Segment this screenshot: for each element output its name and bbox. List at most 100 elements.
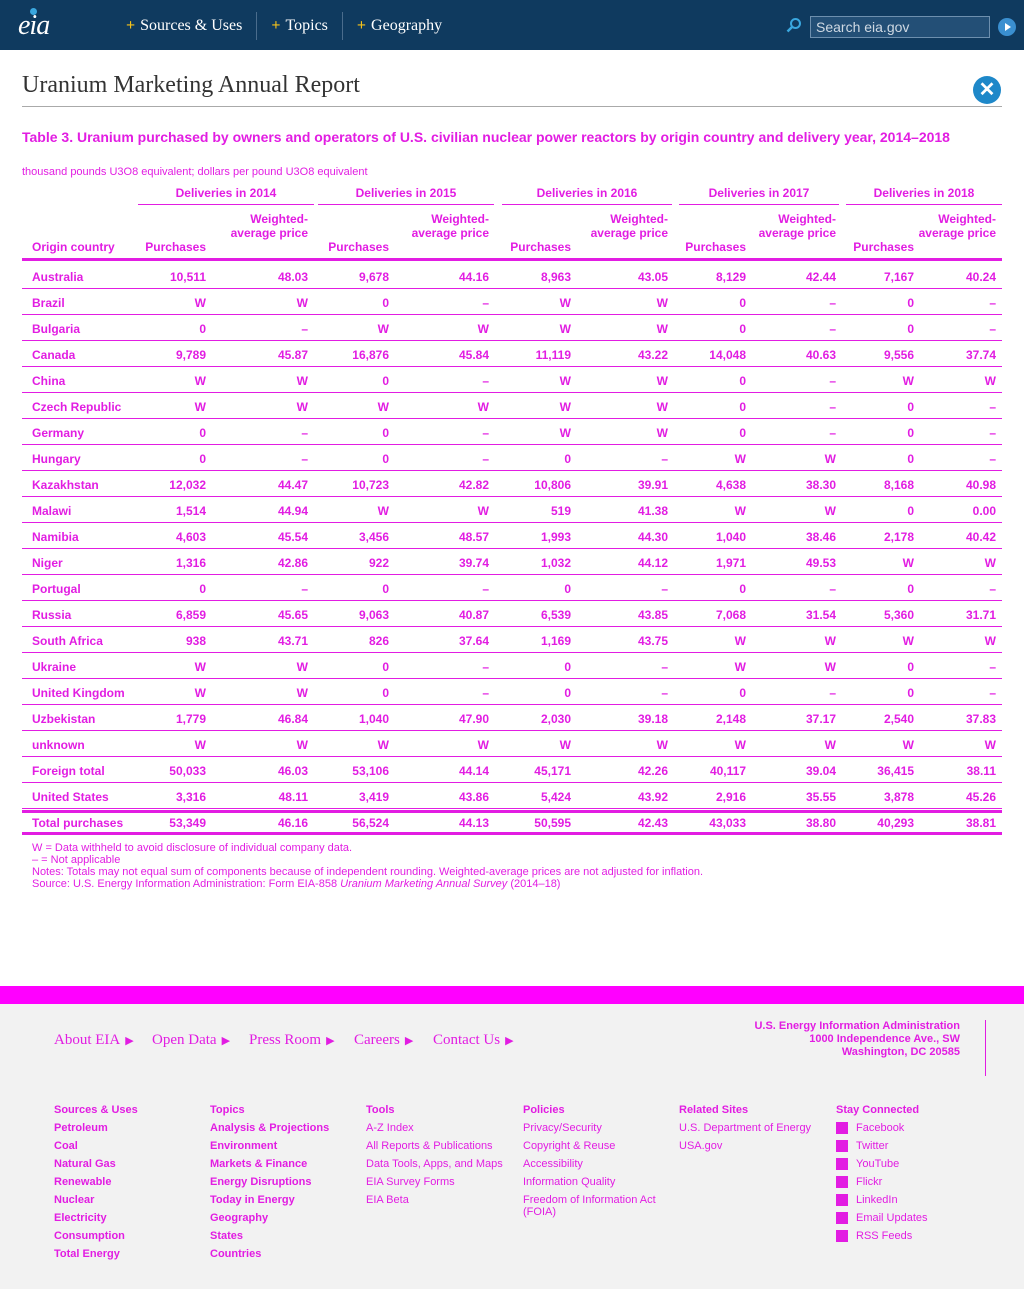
footer-top-link[interactable]: Contact Us ▶ [433,1032,514,1049]
price-cell: 43.71 [277,634,308,648]
price-cell: 0.00 [972,504,996,518]
purchases-cell: 43,033 [709,816,746,830]
footer-column-link[interactable]: EIA Survey Forms [366,1176,506,1188]
eia-logo[interactable]: eia [18,8,50,42]
price-cell: 44.30 [637,530,668,544]
year-header: Deliveries in 2015 [355,186,457,200]
footer-link-label: Twitter [856,1140,889,1152]
footer-link-label: Consumption [54,1230,125,1242]
footer-column-link[interactable]: Electricity [54,1212,107,1224]
footer-column-link[interactable]: Facebook [836,1122,976,1135]
footer-column-link[interactable]: LinkedIn [836,1194,976,1207]
footer-column-link[interactable]: USA.gov [679,1140,819,1152]
price-cell: W [296,686,308,700]
nav-geography[interactable]: + Geography [343,12,456,40]
origin-country-cell: Australia [32,270,84,284]
origin-country-cell: Ukraine [32,660,77,674]
price-cell: – [829,322,836,336]
footer-column-link[interactable]: Renewable [54,1176,111,1188]
price-cell: – [661,582,668,596]
footer-top-link[interactable]: About EIA ▶ [54,1032,134,1049]
price-cell: – [989,322,996,336]
footer-column-link[interactable]: YouTube [836,1158,976,1171]
price-cell: 44.94 [277,504,308,518]
footer-column-heading: Policies [523,1104,565,1116]
purchases-cell: 0 [739,582,746,596]
footer-column-link[interactable]: Information Quality [523,1176,663,1188]
footer-column-link[interactable]: Geography [210,1212,268,1224]
purchases-cell: 0 [382,426,389,440]
search-submit-button[interactable] [998,18,1016,36]
footer-column-link[interactable]: Today in Energy [210,1194,295,1206]
footer-top-link[interactable]: Careers ▶ [354,1032,413,1049]
footer-column-link[interactable]: Petroleum [54,1122,108,1134]
price-cell: W [296,400,308,414]
close-button[interactable]: ✕ [973,76,1001,104]
price-cell: 37.83 [965,712,996,726]
footer-top-link[interactable]: Press Room ▶ [249,1032,335,1049]
purchases-cell: 0 [382,660,389,674]
nav-topics[interactable]: + Topics [257,12,343,40]
price-cell: W [824,660,836,674]
footer-column-link[interactable]: Countries [210,1248,261,1260]
purchases-cell: 0 [564,686,571,700]
footer-column-link[interactable]: Nuclear [54,1194,94,1206]
price-cell: – [482,374,489,388]
footer-column-link[interactable]: Consumption [54,1230,125,1242]
footer-column-link[interactable]: Analysis & Projections [210,1122,329,1134]
footer-link-label: Nuclear [54,1194,95,1206]
footer-column-link[interactable]: RSS Feeds [836,1230,976,1243]
search-input[interactable] [810,16,990,38]
price-cell: 43.92 [637,790,668,804]
footer-column-link[interactable]: EIA Beta [366,1194,506,1206]
nav-sources-uses[interactable]: + Sources & Uses [112,12,258,40]
purchases-cell: W [194,660,206,674]
purchases-cell: 2,148 [715,712,746,726]
linkedin-icon [836,1194,848,1207]
chevron-right-icon: ▶ [404,1035,414,1047]
purchases-cell: W [194,738,206,752]
footer-column-link[interactable]: U.S. Department of Energy [679,1122,819,1134]
footer-column-link[interactable]: States [210,1230,243,1242]
footer-column-link[interactable]: A-Z Index [366,1122,506,1134]
purchases-cell: W [559,296,571,310]
footer-column-link[interactable]: Markets & Finance [210,1158,307,1170]
footer-column-link[interactable]: Environment [210,1140,277,1152]
purchases-cell: 10,806 [534,478,571,492]
purchases-cell: 6,859 [175,608,206,622]
footer-column-link[interactable]: Data Tools, Apps, and Maps [366,1158,506,1170]
row-divider [22,730,1002,731]
price-cell: – [301,582,308,596]
price-header: Weighted-average price [918,212,996,240]
footer-column-link[interactable]: All Reports & Publications [366,1140,506,1152]
origin-country-cell: Malawi [32,504,72,518]
footer-link-label: Careers [354,1032,400,1048]
footer-column-link[interactable]: Twitter [836,1140,976,1153]
footer-column-link[interactable]: Coal [54,1140,78,1152]
footer-column-link[interactable]: Energy Disruptions [210,1176,311,1188]
footer-column-link[interactable]: Natural Gas [54,1158,116,1170]
price-header: Weighted-average price [590,212,668,240]
purchases-cell: W [377,322,389,336]
price-cell: 40.87 [458,608,489,622]
footer-top-band [0,986,1024,1004]
purchases-cell: 0 [907,452,914,466]
purchases-cell: 0 [907,400,914,414]
footer-column-link[interactable]: Freedom of Information Act (FOIA) [523,1194,663,1218]
price-cell: W [656,322,668,336]
purchases-cell: W [734,660,746,674]
price-cell: 39.74 [458,556,489,570]
footer-column-link[interactable]: Accessibility [523,1158,663,1170]
footer-column-link[interactable]: Total Energy [54,1248,120,1260]
youtube-icon [836,1158,848,1171]
price-cell: – [829,582,836,596]
chevron-right-icon: ▶ [221,1035,231,1047]
footer-column-link[interactable]: Copyright & Reuse [523,1140,663,1152]
footer-column-link[interactable]: Privacy/Security [523,1122,663,1134]
origin-country-cell: Niger [32,556,63,570]
footer-column-link[interactable]: Email Updates [836,1212,976,1225]
price-cell: – [989,400,996,414]
price-cell: W [477,504,489,518]
footer-top-link[interactable]: Open Data ▶ [152,1032,230,1049]
footer-column-link[interactable]: Flickr [836,1176,976,1189]
